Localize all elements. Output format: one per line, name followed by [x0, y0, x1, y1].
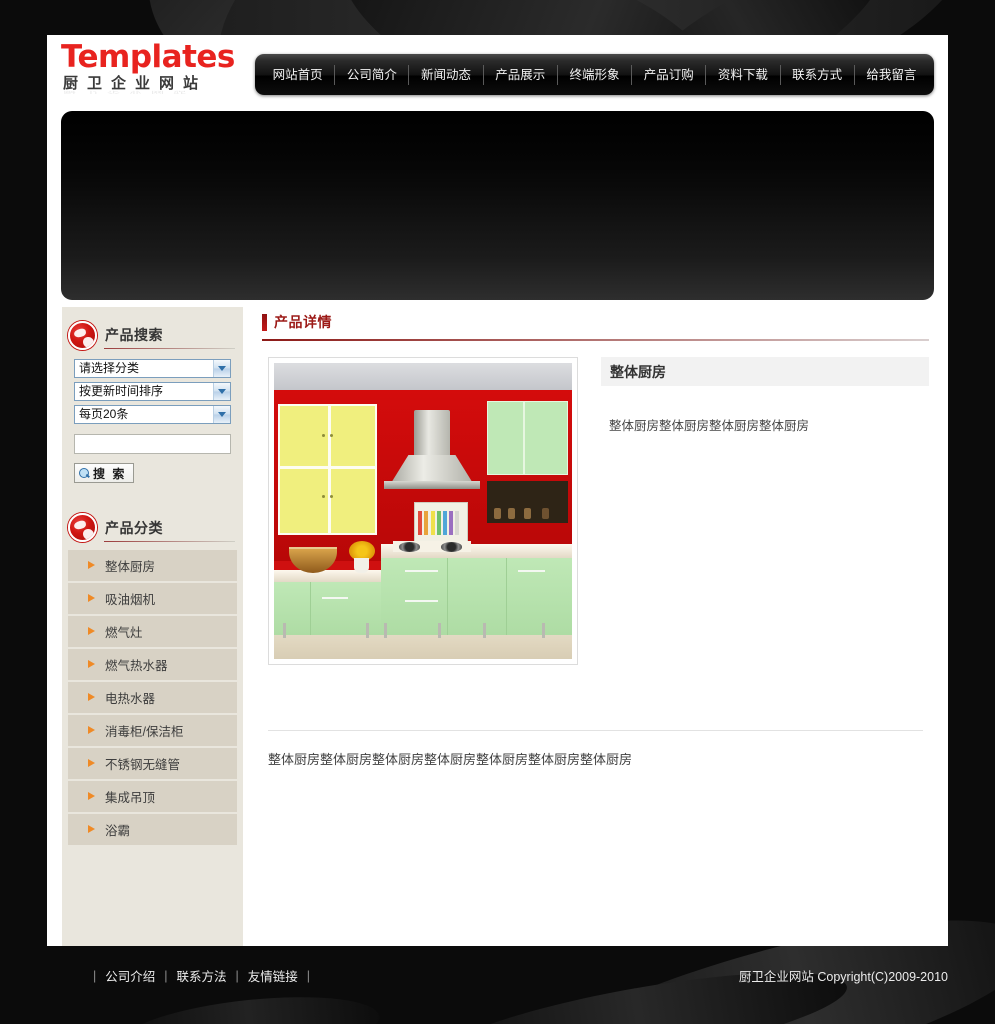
divider: [104, 540, 235, 542]
category-list: 整体厨房 吸油烟机 燃气灶 燃气热水器 电热水器 消毒柜/保洁柜 不锈钢无缝管 …: [62, 546, 243, 847]
footer-link-contact[interactable]: 联系方法: [177, 966, 227, 985]
separator: |: [235, 968, 239, 983]
product-summary: 整体厨房整体厨房整体厨房整体厨房: [609, 419, 810, 433]
footer-links: | 公司介绍 | 联系方法 | 友情链接 |: [84, 966, 319, 985]
logo-reflection: 厨卫企业网站: [61, 91, 261, 94]
logo-main-text: Templates: [61, 39, 235, 75]
product-image[interactable]: [268, 357, 578, 665]
product-info: 整体厨房 整体厨房整体厨房整体厨房整体厨房: [578, 357, 929, 665]
category-item-ranqizao[interactable]: 燃气灶: [68, 615, 237, 649]
site-footer: | 公司介绍 | 联系方法 | 友情链接 | 厨卫企业网站 Copyright(…: [0, 946, 995, 1024]
site-logo[interactable]: Templates 厨卫企业网站 厨卫企业网站: [61, 40, 261, 101]
category-item-dianreshuiqi[interactable]: 电热水器: [68, 681, 237, 715]
search-panel-title: 产品搜索: [105, 327, 163, 343]
chevron-down-icon[interactable]: [213, 360, 230, 377]
main-navigation: 网站首页 公司简介 新闻动态 产品展示 终端形象 产品订购 资料下载 联系方式 …: [255, 54, 934, 95]
nav-item-news[interactable]: 新闻动态: [409, 64, 484, 85]
category-item-yuba[interactable]: 浴霸: [68, 813, 237, 847]
site-header: Templates 厨卫企业网站 厨卫企业网站 网站首页 公司简介 新闻动态 产…: [47, 35, 948, 107]
search-button[interactable]: 搜 索: [74, 463, 135, 483]
arrow-right-icon: [88, 561, 95, 569]
main-column: 产品详情 整体厨房 整体厨房整体厨房整体厨房整体厨房 整体厨房整体厨房整体厨房整…: [258, 307, 933, 946]
search-icon: [79, 467, 90, 479]
product-detail: 整体厨房 整体厨房整体厨房整体厨房整体厨房: [258, 341, 933, 665]
category-label: 消毒柜/保洁柜: [105, 724, 184, 739]
category-select[interactable]: 请选择分类: [74, 359, 231, 378]
separator: |: [164, 968, 168, 983]
category-item-xiaodugui[interactable]: 消毒柜/保洁柜: [68, 714, 237, 748]
categories-panel-title: 产品分类: [105, 519, 163, 536]
separator: |: [306, 968, 311, 983]
category-label: 燃气热水器: [105, 658, 168, 673]
category-label: 吸油烟机: [105, 592, 156, 607]
footer-link-about[interactable]: 公司介绍: [105, 966, 155, 985]
category-label: 整体厨房: [105, 559, 156, 574]
arrow-right-icon: [88, 693, 95, 701]
nav-item-message[interactable]: 给我留言: [855, 65, 928, 85]
arrow-right-icon: [88, 792, 95, 800]
content-area: 产品搜索 请选择分类 按更新时间排序 每页20条 搜 索 产品分类 整体厨房 吸…: [47, 307, 948, 946]
category-select-value: 请选择分类: [79, 361, 140, 375]
sort-select-value: 按更新时间排序: [79, 384, 164, 398]
nav-item-about[interactable]: 公司简介: [335, 64, 410, 85]
nav-item-order[interactable]: 产品订购: [632, 64, 707, 85]
divider: [104, 348, 235, 349]
arrow-right-icon: [88, 627, 95, 635]
product-name: 整体厨房: [610, 363, 666, 380]
nav-item-home[interactable]: 网站首页: [261, 64, 336, 85]
product-search-form: 请选择分类 按更新时间排序 每页20条 搜 索: [62, 353, 243, 484]
perpage-select-value: 每页20条: [79, 407, 129, 421]
title-accent-bar: [262, 313, 267, 331]
chevron-down-icon[interactable]: [213, 406, 230, 423]
search-keyword-input[interactable]: [74, 434, 231, 454]
page-title-row: 产品详情: [258, 307, 933, 337]
category-label: 不锈钢无缝管: [105, 757, 181, 772]
page-title: 产品详情: [274, 314, 332, 330]
perpage-select[interactable]: 每页20条: [74, 405, 231, 424]
globe-icon: [68, 513, 97, 542]
category-item-ranqireshuiqi[interactable]: 燃气热水器: [68, 648, 237, 682]
page-container: Templates 厨卫企业网站 厨卫企业网站 网站首页 公司简介 新闻动态 产…: [47, 35, 948, 946]
category-label: 集成吊顶: [105, 790, 156, 805]
category-item-zhengtichufang[interactable]: 整体厨房: [68, 549, 237, 583]
category-item-jichengdiaoding[interactable]: 集成吊顶: [68, 780, 237, 814]
nav-item-products[interactable]: 产品展示: [484, 64, 558, 85]
arrow-right-icon: [88, 759, 95, 767]
sidebar: 产品搜索 请选择分类 按更新时间排序 每页20条 搜 索 产品分类 整体厨房 吸…: [62, 307, 243, 946]
search-panel-header: 产品搜索: [68, 317, 235, 353]
arrow-right-icon: [88, 594, 95, 602]
footer-inner: | 公司介绍 | 联系方法 | 友情链接 | 厨卫企业网站 Copyright(…: [47, 946, 948, 1024]
category-item-xiyouyanji[interactable]: 吸油烟机: [68, 582, 237, 616]
category-item-buxiugang[interactable]: 不锈钢无缝管: [68, 747, 237, 781]
category-label: 浴霸: [105, 823, 131, 838]
sort-select[interactable]: 按更新时间排序: [74, 382, 231, 401]
chevron-down-icon[interactable]: [213, 383, 230, 400]
nav-item-download[interactable]: 资料下载: [706, 64, 781, 85]
kitchen-photo: [274, 363, 572, 659]
copyright-text: 厨卫企业网站 Copyright(C)2009-2010: [738, 970, 948, 984]
arrow-right-icon: [88, 825, 95, 833]
globe-icon: [68, 320, 97, 350]
nav-item-contact[interactable]: 联系方式: [781, 64, 855, 85]
category-label: 电热水器: [105, 691, 156, 706]
separator: |: [93, 968, 97, 983]
product-name-bar: 整体厨房: [601, 357, 929, 386]
category-label: 燃气灶: [105, 625, 143, 640]
product-description: 整体厨房整体厨房整体厨房整体厨房整体厨房整体厨房整体厨房: [268, 752, 633, 767]
arrow-right-icon: [88, 726, 95, 734]
hero-banner: [61, 111, 934, 300]
footer-link-friends[interactable]: 友情链接: [248, 966, 298, 985]
categories-panel-header: 产品分类: [68, 510, 235, 546]
search-button-label: 搜 索: [93, 466, 127, 481]
nav-item-terminal[interactable]: 终端形象: [558, 64, 633, 85]
arrow-right-icon: [88, 660, 95, 668]
